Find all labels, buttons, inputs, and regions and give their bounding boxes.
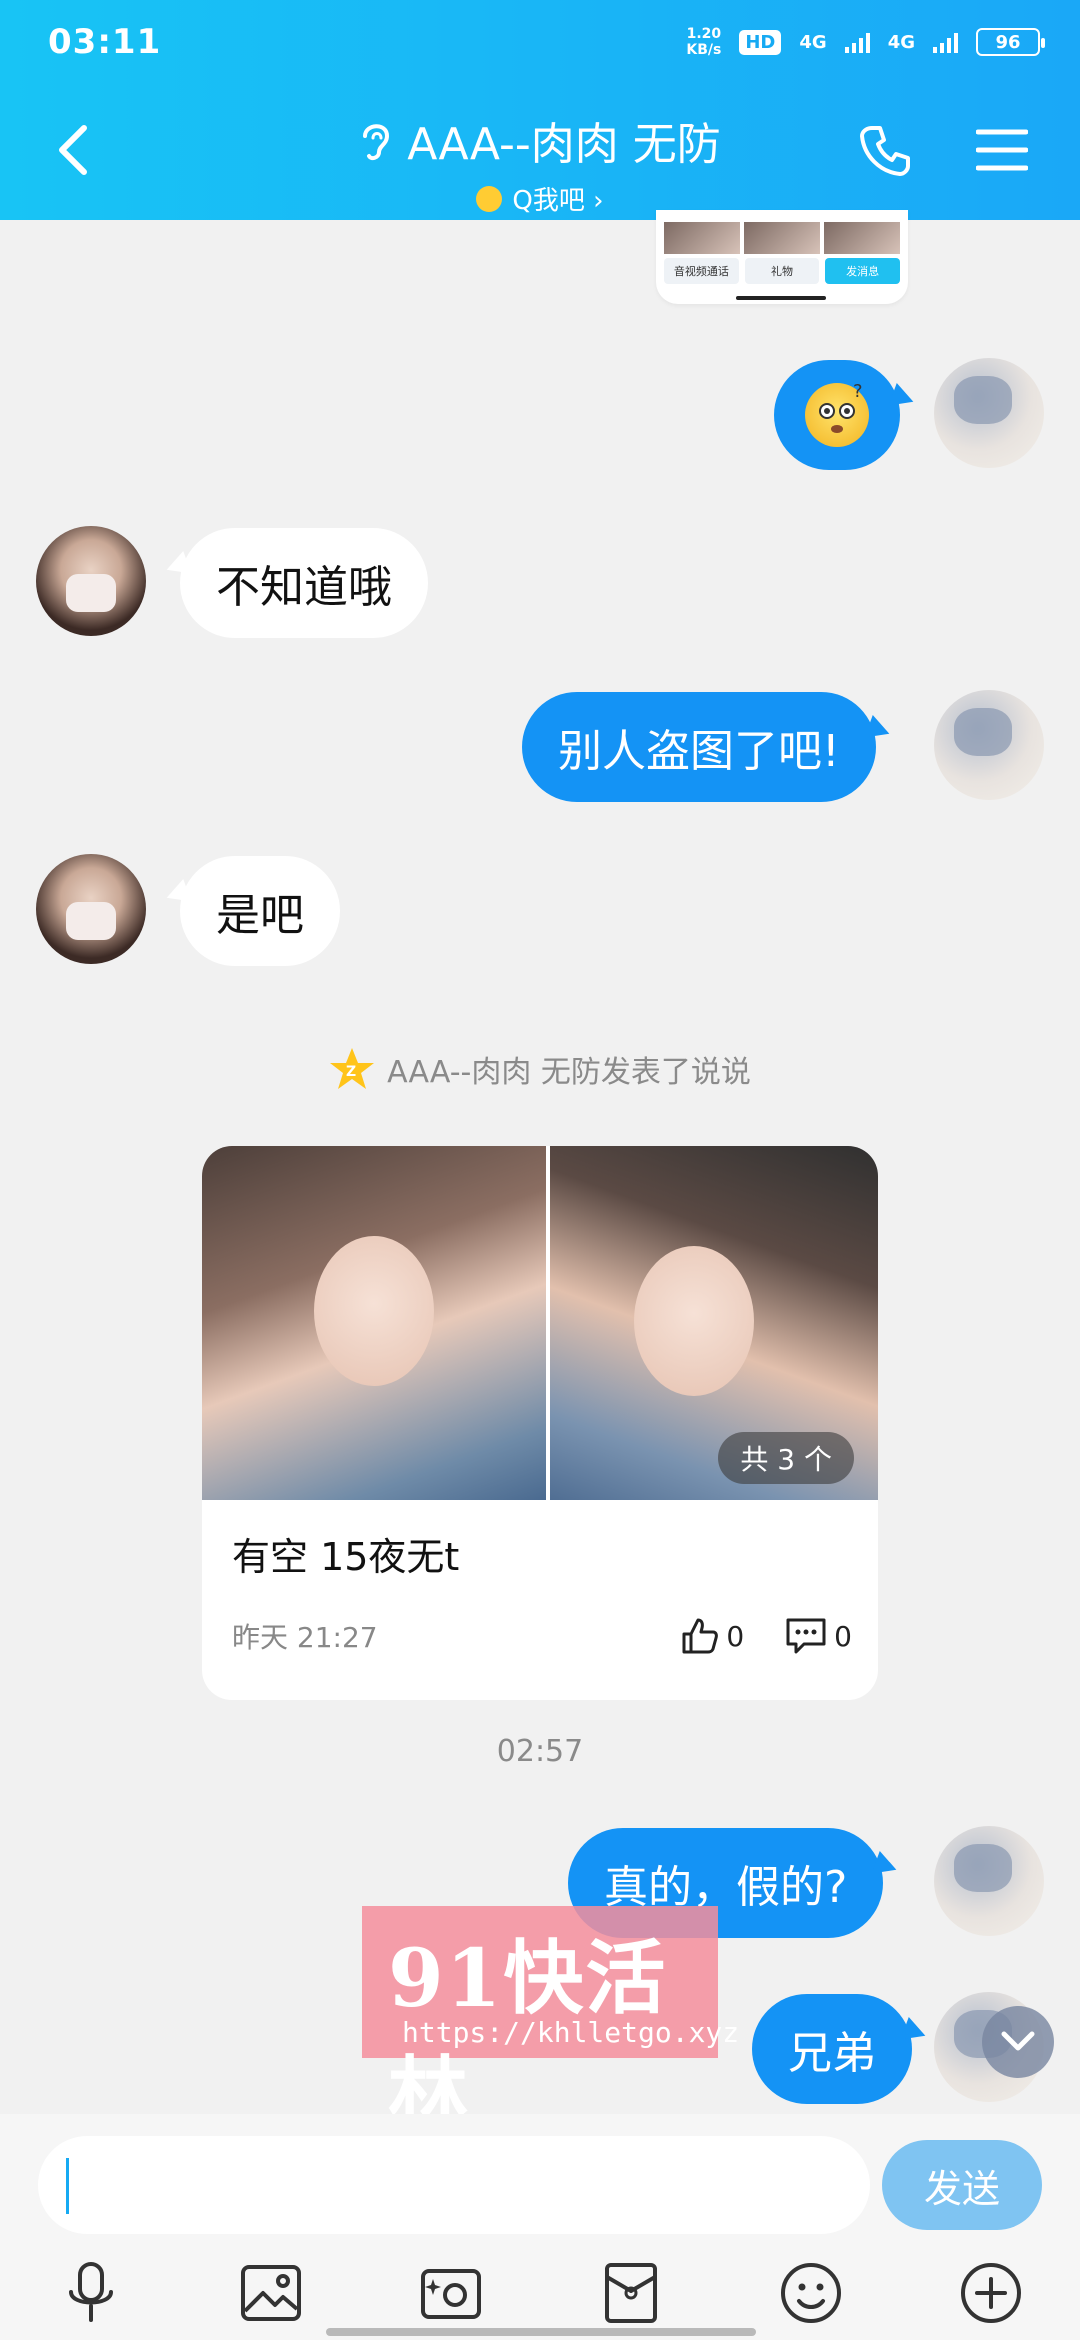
text-caret (66, 2158, 69, 2214)
preview-buttons: 音视频通话 礼物 发消息 (664, 258, 901, 284)
comment-icon (786, 1618, 826, 1654)
message-bubble-in[interactable]: 是吧 (180, 856, 340, 966)
like-button[interactable]: 0 (680, 1616, 744, 1656)
message-bubble-out[interactable]: 别人盗图了吧! (522, 692, 876, 802)
chevron-down-icon (1001, 2031, 1035, 2051)
image-icon (241, 2265, 301, 2321)
network-speed-unit: KB/s (686, 42, 722, 58)
shared-post-card[interactable]: 共 3 个 有空 15夜无t 昨天 21:27 0 0 (202, 1146, 878, 1700)
post-caption: 有空 15夜无t (232, 1535, 460, 1579)
signal-icon (844, 31, 870, 53)
battery-level: 96 (995, 31, 1021, 53)
chat-subtitle[interactable]: Q我吧 › (476, 180, 604, 217)
composer-toolbar (0, 2258, 1080, 2338)
ear-icon (363, 124, 390, 161)
phone-icon[interactable] (858, 122, 914, 178)
preview-thumbnails (664, 222, 900, 254)
status-bar: 03:11 1.20 KB/s HD 4G 4G 96 (48, 20, 1045, 64)
previous-image-message[interactable]: 音视频通话 礼物 发消息 (656, 210, 908, 304)
red-packet-icon (605, 2263, 657, 2323)
system-notice: Z AAA--肉肉 无防发表了说说 (0, 1046, 1080, 1092)
system-notice-text: AAA--肉肉 无防发表了说说 (387, 1055, 751, 1090)
post-image[interactable] (202, 1146, 546, 1500)
message-bubble-in[interactable]: 不知道哦 (180, 528, 428, 638)
signal-icon (933, 31, 958, 53)
qzone-star-icon: Z (330, 1048, 375, 1089)
smile-icon (476, 185, 503, 212)
hd-badge: HD (739, 29, 782, 55)
send-button[interactable]: 发送 (882, 2140, 1042, 2230)
svg-text:Z: Z (346, 1064, 356, 1080)
preview-call-label: 音视频通话 (664, 258, 739, 284)
menu-icon[interactable] (976, 128, 1028, 172)
more-button[interactable] (956, 2258, 1026, 2328)
message-text: 别人盗图了吧! (558, 726, 840, 777)
network-speed-value: 1.20 (686, 26, 722, 42)
plus-circle-icon (961, 2263, 1021, 2323)
image-count-badge: 共 3 个 (718, 1432, 854, 1484)
my-avatar[interactable] (934, 690, 1044, 800)
composer: 发送 (0, 2114, 1080, 2340)
preview-home-indicator (736, 296, 826, 300)
emoji-button[interactable] (776, 2258, 846, 2328)
signal-label-2: 4G (887, 31, 915, 53)
thinking-face-emoji-icon: ? (805, 381, 869, 447)
chat-title: AAA--肉肉 无防 (407, 119, 721, 170)
message-bubble-out[interactable]: 兄弟 (752, 1994, 912, 2104)
scroll-to-bottom-button[interactable] (982, 2006, 1054, 2078)
chat-subtitle-text: Q我吧 › (512, 186, 604, 216)
chat-title-block[interactable]: AAA--肉肉 无防 Q我吧 › (0, 108, 1080, 217)
signal-label-1: 4G (799, 31, 827, 53)
watermark-url: https://khlletgo.xyz (402, 2016, 740, 2049)
voice-button[interactable] (56, 2258, 126, 2328)
my-avatar[interactable] (934, 1826, 1044, 1936)
preview-message-label: 发消息 (825, 258, 901, 284)
network-speed: 1.20 KB/s (686, 26, 721, 58)
home-indicator[interactable] (326, 2328, 756, 2336)
message-input[interactable] (38, 2136, 870, 2234)
preview-gift-label: 礼物 (744, 258, 820, 284)
message-text: 不知道哦 (216, 562, 392, 613)
gallery-button[interactable] (236, 2258, 306, 2328)
status-icons: 1.20 KB/s HD 4G 4G 96 (686, 26, 1045, 58)
camera-icon (421, 2269, 481, 2319)
red-packet-button[interactable] (596, 2258, 666, 2328)
comment-button[interactable]: 0 (784, 1616, 852, 1656)
post-meta: 昨天 21:27 0 0 (232, 1616, 852, 1656)
message-text: 兄弟 (788, 2028, 876, 2079)
message-bubble-out[interactable]: ? (774, 360, 900, 470)
message-timestamp: 02:57 (496, 1734, 584, 1769)
my-avatar[interactable] (934, 358, 1044, 468)
svg-text:?: ? (853, 383, 863, 402)
chat-header: 03:11 1.20 KB/s HD 4G 4G 96 AAA--肉肉 无防 Q… (0, 0, 1080, 220)
contact-avatar[interactable] (36, 526, 146, 636)
comment-count: 0 (834, 1619, 852, 1653)
watermark-overlay: 91快活林 https://khlletgo.xyz (362, 1906, 739, 2141)
camera-button[interactable] (416, 2258, 486, 2328)
microphone-icon (69, 2262, 113, 2322)
post-time: 昨天 21:27 (232, 1621, 378, 1654)
thumbs-up-icon (682, 1618, 719, 1654)
like-count: 0 (726, 1619, 745, 1653)
contact-avatar[interactable] (36, 854, 146, 964)
status-time: 03:11 (48, 22, 162, 62)
message-text: 是吧 (216, 890, 304, 941)
battery-icon: 96 (976, 28, 1045, 56)
emoji-icon (781, 2263, 841, 2323)
